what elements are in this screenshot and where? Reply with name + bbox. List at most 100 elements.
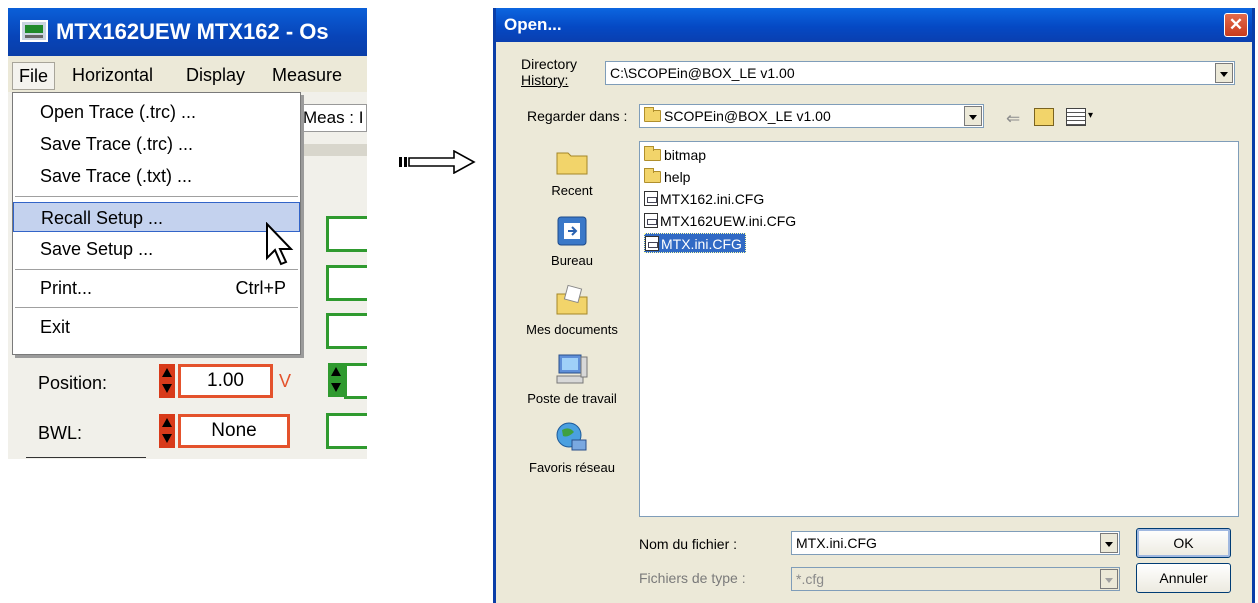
open-dialog: Open... ✕ Directory History: C:\SCOPEin@… [493,8,1255,603]
up-folder-icon[interactable] [1034,108,1054,126]
chevron-down-icon[interactable] [1215,63,1233,83]
channel-field[interactable] [326,216,367,252]
place-my-documents[interactable]: Mes documents [512,282,632,337]
menu-item-exit[interactable]: Exit [13,312,300,342]
ok-button[interactable]: OK [1136,528,1231,558]
menu-item-label: Recall Setup ... [41,208,164,228]
network-places-icon [554,420,590,456]
dialog-title-bar[interactable]: Open... ✕ [496,8,1252,42]
position-unit: V [279,371,292,391]
app-title: MTX162UEW MTX162 - Os [56,19,329,44]
view-menu-icon[interactable] [1066,108,1086,126]
lookin-combo[interactable]: SCOPEin@BOX_LE v1.00 [639,104,984,128]
panel-strip [298,144,367,156]
position-field[interactable]: 1.00 [178,364,273,398]
menu-bar: File Horizontal Display Measure [8,56,367,92]
position-label: Position: [38,373,108,393]
channel-field[interactable] [326,265,367,301]
file-name: MTX162.ini.CFG [660,191,765,207]
list-item-file-selected[interactable]: MTX.ini.CFG [644,233,746,253]
history-label-line2: History: [521,72,569,88]
filename-combo[interactable]: MTX.ini.CFG [791,531,1120,555]
mouse-pointer-icon [266,222,294,266]
place-label: Bureau [551,253,593,268]
place-label: Mes documents [526,322,618,337]
spin-button[interactable] [328,363,344,397]
config-file-icon [645,236,659,251]
place-desktop[interactable]: Bureau [512,213,632,268]
dialog-title: Open... [504,15,562,34]
directory-history-combo[interactable]: C:\SCOPEin@BOX_LE v1.00 [605,61,1235,85]
folder-icon [644,168,661,183]
menu-display[interactable]: Display [180,62,251,90]
folder-icon [644,146,661,161]
filename-label: Nom du fichier : [639,536,738,552]
position-spin-button[interactable] [159,364,175,398]
menu-item-recall-setup[interactable]: Recall Setup ... [13,202,300,232]
menu-separator [15,269,298,270]
list-item-folder-bitmap[interactable]: bitmap [644,145,709,165]
place-recent[interactable]: Recent [512,143,632,198]
menu-item-shortcut: Ctrl+P [235,278,286,298]
menu-item-save-trace-txt[interactable]: Save Trace (.txt) ... [13,161,300,191]
close-icon[interactable]: ✕ [1224,13,1248,37]
my-documents-icon [554,282,590,318]
channel-field[interactable] [344,363,367,399]
file-name: MTX.ini.CFG [661,236,742,252]
file-name: help [664,169,691,185]
cancel-button[interactable]: Annuler [1136,563,1231,593]
place-label: Favoris réseau [529,460,615,475]
view-dropdown-chevron-icon[interactable]: ▾ [1088,110,1093,121]
filetype-combo: *.cfg [791,567,1120,591]
my-computer-icon [554,351,590,387]
file-name: MTX162UEW.ini.CFG [660,213,797,229]
app-title-bar[interactable]: MTX162UEW MTX162 - Os [8,8,367,56]
menu-item-label: Exit [40,317,71,337]
history-label-line1: Directory [521,56,578,72]
desktop-icon [554,213,590,249]
place-label: Poste de travail [527,391,617,406]
bwl-field[interactable]: None [178,414,290,448]
channel-field[interactable] [326,313,367,349]
menu-item-save-trace-trc[interactable]: Save Trace (.trc) ... [13,129,300,159]
lookin-value: SCOPEin@BOX_LE v1.00 [664,108,831,124]
menu-item-print[interactable]: Print... Ctrl+P [13,273,300,303]
menu-item-save-setup[interactable]: Save Setup ... [13,234,300,264]
place-my-computer[interactable]: Poste de travail [512,351,632,406]
file-name: bitmap [664,147,707,163]
bwl-spin-button[interactable] [159,414,175,448]
menu-file[interactable]: File [12,62,56,90]
menu-item-label: Save Setup ... [40,239,154,259]
chevron-down-icon[interactable] [964,106,982,126]
filetype-label: Fichiers de type : [639,570,746,586]
history-label: Directory History: [521,56,577,88]
list-item-folder-help[interactable]: help [644,167,693,187]
list-item-file[interactable]: MTX162.ini.CFG [644,189,767,209]
directory-history-value: C:\SCOPEin@BOX_LE v1.00 [610,65,795,81]
back-arrow-icon[interactable]: ⇐ [1006,109,1020,129]
filetype-value: *.cfg [796,571,825,587]
menu-item-open-trace-trc[interactable]: Open Trace (.trc) ... [13,97,300,127]
list-item-file[interactable]: MTX162UEW.ini.CFG [644,211,799,231]
channel-field[interactable] [326,413,367,449]
recent-folder-icon [554,143,590,179]
menu-separator [15,196,298,197]
chevron-down-icon[interactable] [1100,533,1118,553]
place-network[interactable]: Favoris réseau [512,420,632,475]
menu-measure[interactable]: Measure [266,62,348,90]
folder-icon [644,107,661,122]
place-label: Recent [551,183,593,198]
menu-horizontal[interactable]: Horizontal [66,62,159,90]
screenshot-root: { "app": { "title": "MTX162UEW MTX162 - … [0,0,1258,603]
filename-value: MTX.ini.CFG [796,535,877,551]
divider [26,457,146,458]
chevron-down-icon [1100,569,1118,589]
app-icon [20,20,48,42]
config-file-icon [644,213,658,228]
file-list: bitmap help MTX162.ini.CFG MTX162UEW.ini… [639,141,1239,517]
menu-item-label: Save Trace (.txt) ... [40,166,193,186]
menu-item-label: Print... [40,278,93,298]
menu-separator [15,307,298,308]
file-menu-dropdown: Open Trace (.trc) ... Save Trace (.trc) … [12,92,301,355]
meas-label: Meas : I [298,104,367,132]
